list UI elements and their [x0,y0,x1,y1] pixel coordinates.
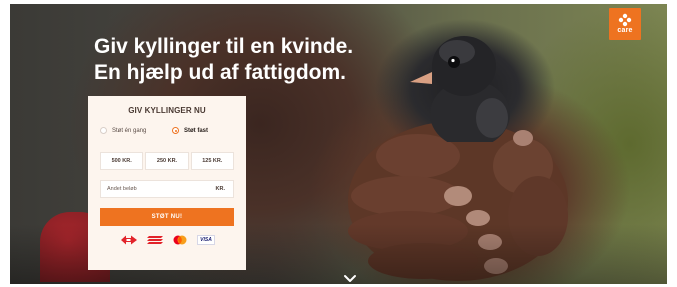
care-logo-icon [618,13,632,27]
amount-options: 500 KR. 250 KR. 125 KR. [100,152,234,170]
frequency-fixed-label: Støt fast [184,127,208,134]
other-amount-input[interactable] [101,181,207,197]
donate-button[interactable]: STØT NU! [100,208,234,226]
donation-form: GIV KYLLINGER NU Støt én gang Støt fast … [88,96,246,270]
frequency-once-label: Støt én gang [112,127,147,134]
payment-methods: VISA [120,235,220,245]
frequency-fixed-radio[interactable]: Støt fast [172,127,208,134]
headline-line-2: En hjælp ud af fattigdom. [94,61,346,84]
mastercard-icon [173,235,187,245]
radio-circle [100,127,107,134]
frequency-once-radio[interactable]: Støt én gang [100,127,146,134]
amount-option-500[interactable]: 500 KR. [100,152,144,170]
care-logo[interactable]: care [609,8,641,40]
other-amount-field: KR. [100,180,234,198]
logo-wordmark: care [617,27,633,34]
form-title: GIV KYLLINGER NU [128,106,206,115]
headline-line-1: Giv kyllinger til en kvinde. [94,35,354,58]
visa-icon: VISA [197,235,215,245]
radio-circle [172,127,179,134]
dankort-icon [121,235,137,245]
amount-option-125[interactable]: 125 KR. [190,152,234,170]
chevron-down-icon[interactable] [343,274,357,283]
hero-headline: Giv kyllinger til en kvinde. En hjælp ud… [94,34,353,86]
mobilepay-icon [147,236,163,244]
chick-illustration [410,36,510,142]
other-amount-unit: KR. [215,186,225,192]
amount-option-250[interactable]: 250 KR. [145,152,189,170]
